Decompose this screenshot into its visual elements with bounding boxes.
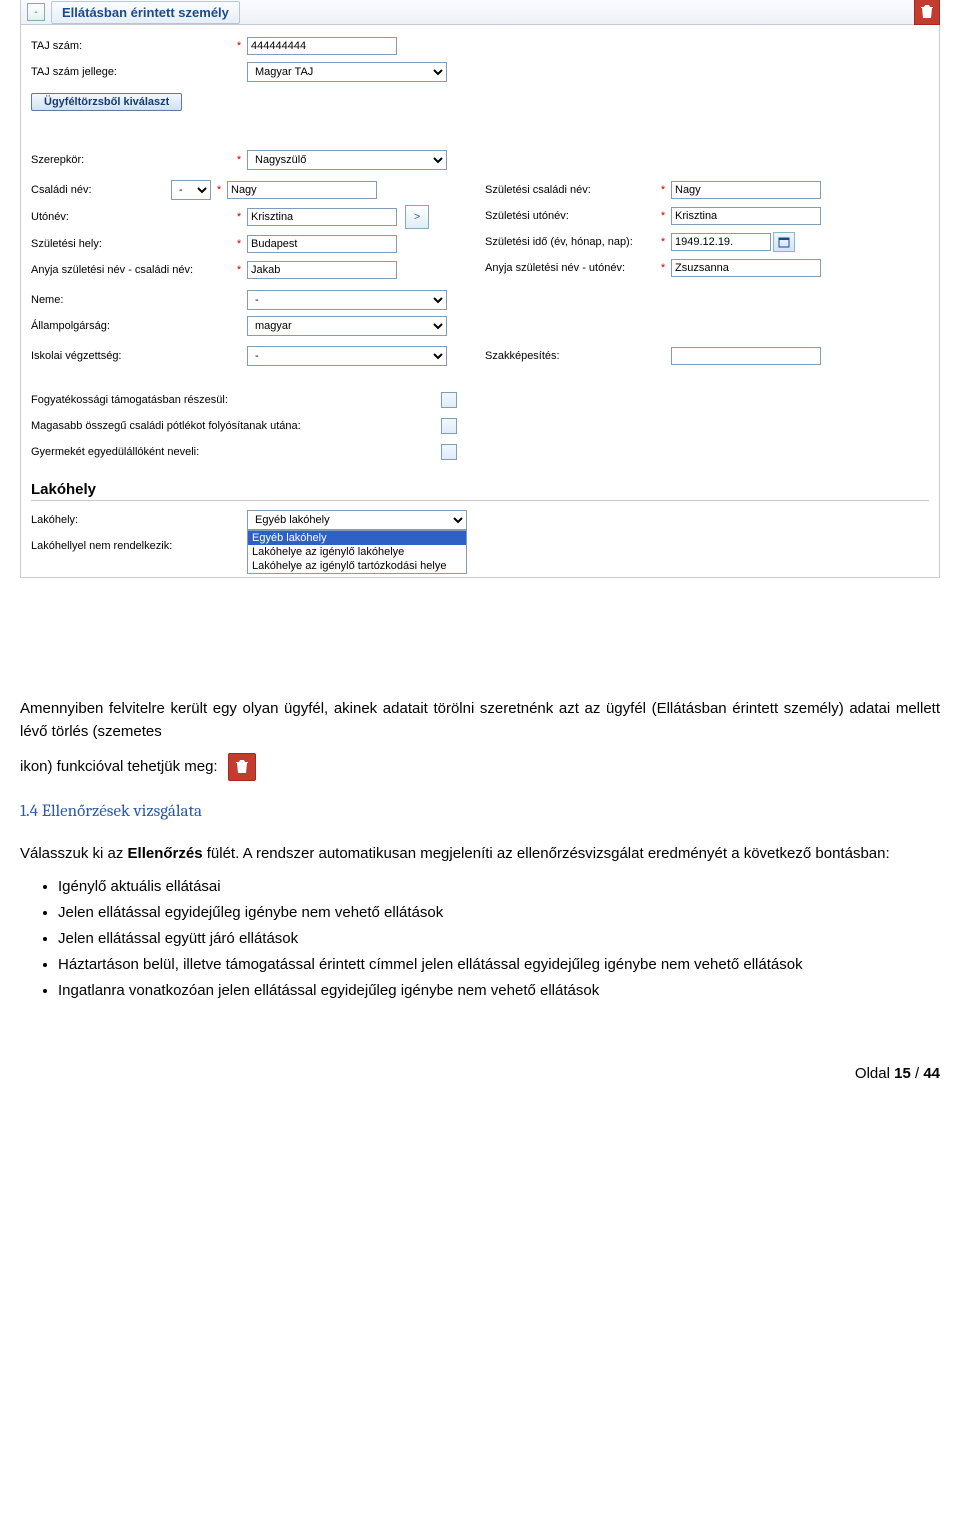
family-name-input[interactable] [227, 181, 377, 199]
birthplace-input[interactable] [247, 235, 397, 253]
list-item: Jelen ellátással együtt járó ellátások [58, 927, 940, 951]
gender-select[interactable]: - [247, 290, 447, 310]
page-current: 15 [894, 1065, 911, 1082]
education-select[interactable]: - [247, 346, 447, 366]
list-item: Háztartáson belül, illetve támogatással … [58, 953, 940, 977]
bullet-list: Igénylő aktuális ellátásai Jelen ellátás… [58, 875, 940, 1003]
page-total: 44 [923, 1065, 940, 1082]
given-name-input[interactable] [247, 208, 397, 226]
role-select[interactable]: Nagyszülő [247, 150, 447, 170]
required-mark: * [659, 236, 667, 248]
doc-paragraph: ikon) funkcióval tehetjük meg: [20, 758, 218, 775]
residence-option[interactable]: Egyéb lakóhely [248, 531, 466, 545]
required-mark: * [659, 184, 667, 196]
name-prefix-select[interactable]: - [171, 180, 211, 200]
birthdate-input[interactable] [671, 233, 771, 251]
section-heading: 1.4 Ellenőrzések vizsgálata [20, 799, 940, 825]
pick-client-button[interactable]: Ügyféltörzsből kiválaszt [31, 93, 182, 111]
document-body: Amennyiben felvitelre került egy olyan ü… [20, 698, 940, 1086]
panel-header: - Ellátásban érintett személy [21, 0, 939, 25]
label-gender: Neme: [31, 294, 231, 306]
required-mark: * [235, 154, 243, 166]
list-item: Igénylő aktuális ellátásai [58, 875, 940, 899]
page-footer: Oldal 15 / 44 [20, 1063, 940, 1086]
required-mark: * [235, 211, 243, 223]
label-family-support: Magasabb összegű családi pótlékot folyós… [31, 420, 441, 432]
residence-option[interactable]: Lakóhelye az igénylő tartózkodási helye [248, 559, 466, 573]
required-mark: * [235, 264, 243, 276]
inline-delete-icon [228, 753, 256, 781]
label-taj: TAJ szám: [31, 40, 231, 52]
mother-family-input[interactable] [247, 261, 397, 279]
label-birth-given: Születési utónév: [485, 210, 655, 222]
required-mark: * [235, 40, 243, 52]
single-parent-checkbox[interactable] [441, 444, 457, 460]
trash-icon [236, 760, 248, 774]
residence-select[interactable]: Egyéb lakóhely [247, 510, 467, 530]
label-birthplace: Születési hely: [31, 238, 231, 250]
list-item: Ingatlanra vonatkozóan jelen ellátással … [58, 979, 940, 1003]
footer-text: Oldal [855, 1065, 894, 1082]
footer-text: / [911, 1065, 924, 1082]
label-given: Utónév: [31, 211, 231, 223]
copy-name-button[interactable]: > [405, 205, 429, 229]
form-body: TAJ szám: * TAJ szám jellege: Magyar TAJ… [21, 25, 939, 567]
residence-options-list: Egyéb lakóhely Lakóhelye az igénylő lakó… [247, 530, 467, 574]
birth-given-input[interactable] [671, 207, 821, 225]
required-mark: * [659, 210, 667, 222]
doc-bold: Ellenőrzés [128, 845, 203, 862]
disability-checkbox[interactable] [441, 392, 457, 408]
label-education: Iskolai végzettség: [31, 350, 231, 362]
collapse-button[interactable]: - [27, 3, 45, 21]
required-mark: * [659, 262, 667, 274]
taj-type-select[interactable]: Magyar TAJ [247, 62, 447, 82]
birth-family-input[interactable] [671, 181, 821, 199]
citizenship-select[interactable]: magyar [247, 316, 447, 336]
person-panel: - Ellátásban érintett személy TAJ szám: … [20, 0, 940, 578]
label-mother-family: Anyja születési név - családi név: [31, 264, 231, 276]
doc-text: fülét. A rendszer automatikusan megjelen… [203, 845, 890, 862]
label-residence: Lakóhely: [31, 514, 231, 526]
label-birth-family: Születési családi név: [485, 184, 655, 196]
calendar-icon [778, 236, 790, 248]
label-single-parent: Gyermekét egyedülállóként neveli: [31, 446, 441, 458]
family-support-checkbox[interactable] [441, 418, 457, 434]
label-citizenship: Állampolgárság: [31, 320, 231, 332]
mother-given-input[interactable] [671, 259, 821, 277]
taj-input[interactable] [247, 37, 397, 55]
label-qualification: Szakképesítés: [485, 350, 655, 362]
delete-button[interactable] [914, 0, 940, 25]
label-no-residence: Lakóhellyel nem rendelkezik: [31, 540, 231, 552]
label-birthdate: Születési idő (év, hónap, nap): [485, 236, 655, 248]
qualification-input[interactable] [671, 347, 821, 365]
doc-text: Válasszuk ki az [20, 845, 128, 862]
required-mark: * [215, 184, 223, 196]
calendar-button[interactable] [773, 232, 795, 252]
doc-paragraph: Amennyiben felvitelre került egy olyan ü… [20, 700, 940, 740]
required-mark: * [235, 238, 243, 250]
panel-title: Ellátásban érintett személy [51, 1, 240, 24]
label-disability: Fogyatékossági támogatásban részesül: [31, 394, 441, 406]
label-family: Családi név: [31, 184, 171, 196]
trash-icon [921, 5, 933, 19]
residence-option[interactable]: Lakóhelye az igénylő lakóhelye [248, 545, 466, 559]
label-taj-type: TAJ szám jellege: [31, 66, 231, 78]
label-mother-given: Anyja születési név - utónév: [485, 262, 655, 274]
residence-heading: Lakóhely [31, 481, 929, 501]
label-role: Szerepkör: [31, 154, 231, 166]
list-item: Jelen ellátással egyidejűleg igénybe nem… [58, 901, 940, 925]
